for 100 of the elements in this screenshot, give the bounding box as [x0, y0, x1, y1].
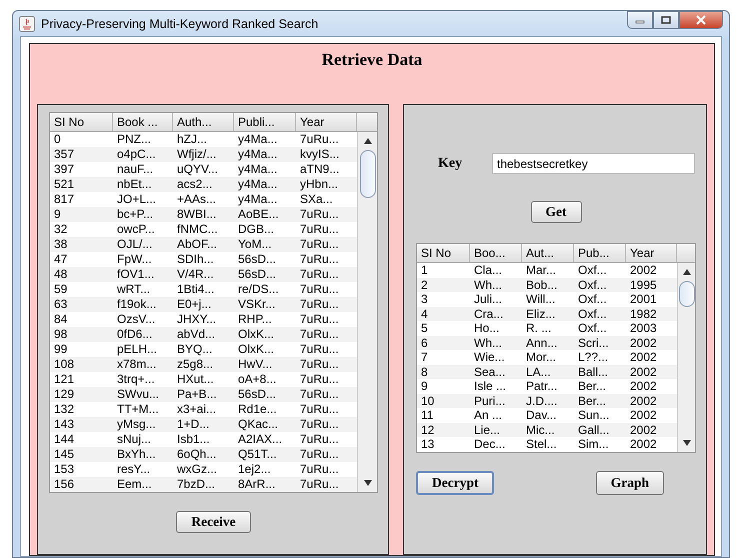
- table-cell-text: y4Ma...: [237, 162, 278, 177]
- table-cell-text: Sim...: [577, 437, 610, 452]
- table-cell-text: 2002: [629, 379, 658, 394]
- table-cell-text: 2002: [629, 350, 658, 364]
- table-cell-text: OlxK...: [237, 327, 276, 342]
- column-header[interactable]: Pub...: [574, 244, 626, 262]
- table-cell-text: 13: [420, 437, 436, 452]
- table-cell-text: 7uRu...: [299, 447, 340, 462]
- table-cell-text: Mor...: [525, 350, 558, 364]
- scroll-down-icon[interactable]: [682, 438, 692, 446]
- table-cell-text: re/DS...: [237, 282, 280, 297]
- table-cell-text: V/4R...: [176, 267, 215, 282]
- get-button[interactable]: Get: [530, 201, 582, 223]
- table-cell-text: 153: [53, 462, 76, 477]
- table-cell-text: Q51T...: [237, 447, 278, 462]
- table-cell-text: wRT...: [116, 282, 152, 297]
- table-cell-text: AbOF...: [176, 237, 218, 252]
- table-cell-text: f19ok...: [116, 297, 158, 312]
- table-cell-text: Puri...: [473, 394, 506, 408]
- table-cell-text: 2003: [629, 321, 658, 336]
- table-cell-text: 1Bti4...: [176, 282, 216, 297]
- table-cell-text: 7uRu...: [299, 222, 340, 237]
- close-button[interactable]: [679, 11, 723, 29]
- table-cell-text: Rd1e...: [237, 402, 278, 417]
- table-cell-text: OlxK...: [237, 342, 276, 357]
- column-header[interactable]: Book ...: [113, 113, 173, 131]
- table-cell-text: An ...: [473, 408, 504, 422]
- table-cell-text: SDIh...: [176, 252, 215, 267]
- table-cell-text: OzsV...: [116, 312, 156, 327]
- table-cell-text: Isle ...: [473, 379, 508, 394]
- table-cell-text: 32: [53, 222, 68, 237]
- table-cell-text: Pa+B...: [176, 387, 218, 402]
- table-cell-text: 8: [420, 364, 429, 379]
- app-icon: [19, 16, 35, 32]
- scrollbar[interactable]: [357, 132, 377, 492]
- table-cell-text: 8WBI...: [176, 207, 218, 222]
- table-cell-text: x78m...: [116, 357, 158, 372]
- table-cell-text: Ber...: [577, 394, 608, 408]
- decrypt-button[interactable]: Decrypt: [416, 470, 494, 494]
- table-cell-text: 2002: [629, 364, 658, 379]
- scroll-down-icon[interactable]: [362, 479, 372, 487]
- table-cell-text: JHXY...: [176, 312, 218, 327]
- column-header[interactable]: Publi...: [234, 113, 296, 131]
- scroll-up-icon[interactable]: [362, 137, 372, 145]
- table-cell-text: 38: [53, 237, 68, 252]
- table-cell-text: Bob...: [525, 278, 558, 292]
- table-cell-text: 1982: [629, 306, 658, 321]
- table-cell-text: J.D....: [525, 394, 558, 408]
- minimize-button[interactable]: [627, 11, 653, 29]
- table-cell-text: 2002: [629, 422, 658, 437]
- table-cell-text: BxYh...: [116, 447, 157, 462]
- table-cell-text: 2002: [629, 408, 658, 422]
- table-cell-text: Patr...: [525, 379, 558, 394]
- table-cell-text: 3: [420, 292, 429, 306]
- scroll-up-icon[interactable]: [682, 268, 692, 276]
- table-cell-text: Lie...: [473, 422, 502, 437]
- table-cell-text: 6: [420, 336, 429, 350]
- column-header[interactable]: Year: [296, 113, 357, 131]
- table-cell-text: Sun...: [577, 408, 610, 422]
- table-cell-text: JO+L...: [116, 192, 158, 207]
- table-cell-text: Cra...: [473, 306, 504, 321]
- table-cell-text: 143: [53, 417, 76, 432]
- table-cell-text: Wh...: [473, 278, 504, 292]
- table-cell-text: fOV1...: [116, 267, 156, 282]
- column-header[interactable]: Auth...: [173, 113, 234, 131]
- scroll-thumb[interactable]: [678, 281, 694, 307]
- table-cell-text: Oxf...: [577, 278, 608, 292]
- table-cell-text: SXa...: [299, 192, 334, 207]
- table-cell-text: nbEt...: [116, 177, 153, 192]
- table-cell-text: 5: [420, 321, 429, 336]
- maximize-button[interactable]: [653, 11, 679, 29]
- column-header[interactable]: Aut...: [522, 244, 574, 262]
- table-cell-text: 11: [420, 408, 434, 422]
- column-header[interactable]: SI No: [417, 244, 470, 262]
- table-cell-text: yHbn...: [299, 177, 340, 192]
- scrollbar[interactable]: [677, 263, 695, 452]
- close-icon: [695, 15, 707, 25]
- column-header[interactable]: Year: [626, 244, 677, 262]
- table-cell-text: 7uRu...: [299, 417, 340, 432]
- table-cell-text: HXut...: [176, 372, 215, 387]
- key-field[interactable]: thebestsecretkey: [492, 153, 695, 174]
- column-header[interactable]: Boo...: [470, 244, 522, 262]
- receive-button[interactable]: Receive: [176, 511, 251, 533]
- table-cell-text: yMsg...: [116, 417, 157, 432]
- table-cell-text: Cla...: [473, 263, 504, 278]
- scroll-thumb[interactable]: [360, 150, 376, 198]
- table-cell-text: 4: [420, 306, 429, 321]
- table-cell-text: 7uRu...: [299, 327, 340, 342]
- table-cell-text: abVd...: [176, 327, 216, 342]
- table-cell-text: bc+P...: [116, 207, 154, 222]
- table-cell-text: Gall...: [577, 422, 610, 437]
- column-header[interactable]: SI No: [50, 113, 113, 131]
- table-cell-text: Mic...: [525, 422, 556, 437]
- table-cell-text: nauF...: [116, 162, 154, 177]
- table-cell-text: 8ArR...: [237, 477, 276, 492]
- table-cell-text: 56sD...: [237, 267, 278, 282]
- table-cell-text: 357: [53, 147, 76, 162]
- table-cell-text: 99: [53, 342, 68, 357]
- graph-button[interactable]: Graph: [596, 470, 664, 494]
- table-cell-text: Ber...: [577, 379, 608, 394]
